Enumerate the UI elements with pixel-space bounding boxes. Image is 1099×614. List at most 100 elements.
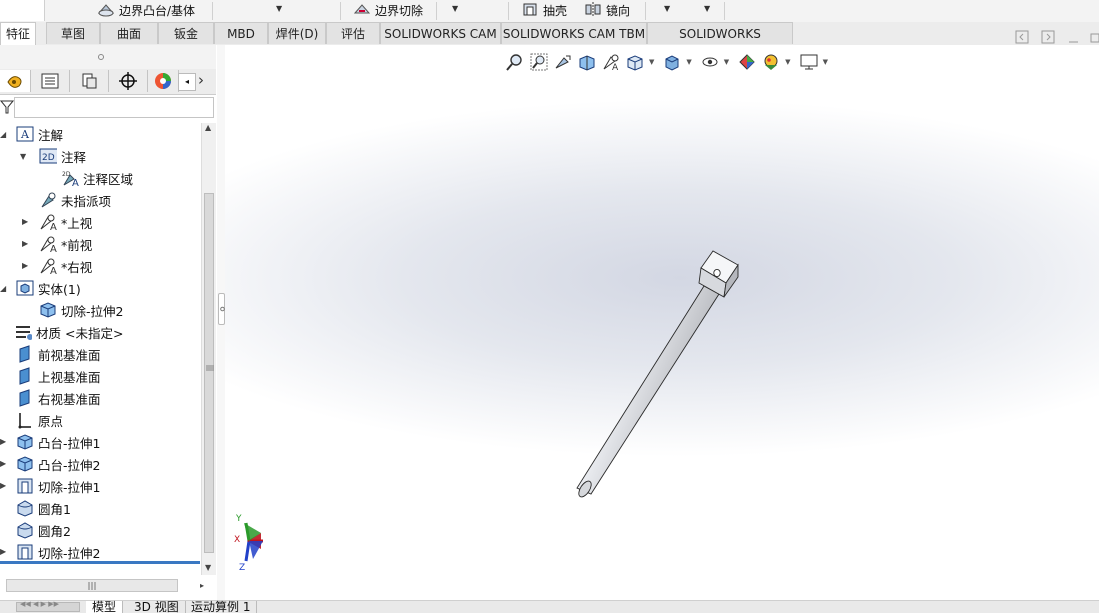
dropdown-icon[interactable]: ▼ [704,4,710,13]
tree-item-right-view[interactable]: ▶ A *右视 [0,255,92,277]
svg-text:2D: 2D [42,153,55,163]
expand-icon[interactable]: ▶ [0,437,6,446]
tab-display-manager[interactable] [148,70,179,92]
boundary-boss-dropdown-icon[interactable]: ▼ [276,4,282,13]
fillet-icon [16,521,34,539]
tab-solidworks-cam[interactable]: SOLIDWORKS CAM [380,22,501,44]
scroll-right-small-icon[interactable]: ▸ [200,581,204,590]
tree-item-material[interactable]: 材质 <未指定> [0,321,123,343]
command-manager-tabs: 特征 草图 曲面 钣金 MBD 焊件(D) 评估 SOLIDWORKS CAM … [0,22,1099,63]
collapse-icon[interactable]: ◢ [0,284,6,293]
body-icon [39,301,57,319]
tab-mbd[interactable]: MBD [214,22,268,44]
expand-icon[interactable]: ▶ [0,547,6,556]
part-model[interactable] [225,45,1099,600]
mirror-button[interactable]: 镜向 [584,0,630,19]
expand-icon[interactable]: ▶ [0,459,6,468]
tree-item-label: 前视基准面 [38,347,101,363]
tab-solidworks-cam-tbm[interactable]: SOLIDWORKS CAM TBM [501,22,647,44]
tab-model[interactable]: 模型 [86,601,124,613]
rollback-bar[interactable] [0,561,200,564]
tree-item-notes[interactable]: ▼ 2D 注释 [0,145,86,167]
y-axis-label: Y [236,514,242,524]
tree-item-top-plane[interactable]: 上视基准面 [0,365,101,387]
tab-surfaces[interactable]: 曲面 [100,22,158,44]
tabs-scroll-right-icon[interactable]: › [198,71,204,89]
scrollbar-thumb[interactable] [204,193,214,553]
shell-button[interactable]: 抽壳 [521,0,567,19]
tab-feature-manager[interactable] [0,70,31,92]
dropdown-icon[interactable]: ▼ [452,4,458,13]
plane-icon [16,389,34,407]
expand-icon[interactable]: ▶ [22,217,28,226]
shell-icon [521,1,539,20]
tree-item-origin[interactable]: 原点 [0,409,63,431]
mirror-label: 镜向 [606,3,631,18]
collapse-icon[interactable]: ◢ [0,130,6,139]
tab-dimxpert-manager[interactable] [109,70,148,92]
tree-item-label: 注解 [38,127,64,143]
expand-icon[interactable]: ▶ [22,261,28,270]
tree-vertical-scrollbar[interactable]: ▲ ▼ [201,123,216,575]
tree-item-label: 未指派项 [61,193,112,209]
filter-input[interactable] [14,97,214,118]
tab-evaluate[interactable]: 评估 [326,22,380,44]
tree-item-body-cut-extrude2[interactable]: 切除-拉伸2 [0,299,123,321]
tab-scroll-buttons[interactable]: ◀◀ ◀ ▶ ▶▶ [16,600,80,612]
tree-item-front-plane[interactable]: 前视基准面 [0,343,101,365]
tab-motion-study-1[interactable]: 运动算例 1 [185,601,258,613]
tab-3d-views[interactable]: 3D 视图 [128,601,186,613]
tab-solidworks-inspection[interactable]: SOLIDWORKS Inspection [647,22,793,63]
tree-item-annotation-area[interactable]: 2D A 注释区域 [0,167,133,189]
graphics-area[interactable]: A ▼ ▼ ▼ ▼ ▼ Y X Z [225,45,1099,600]
plane-icon [16,367,34,385]
boundary-cut-button[interactable]: 边界切除 [353,0,423,19]
tab-sheet-metal[interactable]: 钣金 [158,22,214,44]
tab-features[interactable]: 特征 [0,22,36,45]
tree-item-solid-bodies[interactable]: ◢ 实体(1) [0,277,81,299]
first-tab-icon[interactable]: ◀◀ ◀ ▶ ▶▶ [20,600,59,608]
command-blank-area [0,0,45,21]
tree-item-label: 凸台-拉伸2 [38,457,101,473]
tab-property-manager[interactable] [31,70,70,92]
divider [724,2,725,20]
boundary-boss-icon [97,1,115,20]
reference-triad[interactable]: Y X Z [233,514,273,575]
panel-grip[interactable] [0,45,216,70]
tree-item-label: 切除-拉伸2 [61,303,124,319]
tree-item-label: 实体(1) [38,281,81,297]
boundary-boss-button[interactable]: 边界凸台/基体 [97,0,195,19]
tabs-scroll-left-icon[interactable]: ◂ [178,73,196,91]
tree-item-cut-extrude2[interactable]: ▶ 切除-拉伸2 [0,541,100,563]
panel-splitter[interactable] [217,45,225,600]
tree-item-boss-extrude1[interactable]: ▶ 凸台-拉伸1 [0,431,100,453]
scroll-down-icon[interactable]: ▼ [205,563,211,572]
divider [212,2,213,20]
tree-item-front-view[interactable]: ▶ A *前视 [0,233,92,255]
tree-item-unassigned[interactable]: 未指派项 [0,189,111,211]
expand-icon[interactable]: ▶ [22,239,28,248]
tree-item-boss-extrude2[interactable]: ▶ 凸台-拉伸2 [0,453,100,475]
tab-sketch[interactable]: 草图 [46,22,100,44]
tab-configuration-manager[interactable] [70,70,109,92]
dropdown-icon[interactable]: ▼ [664,4,670,13]
tree-item-top-view[interactable]: ▶ A *上视 [0,211,92,233]
svg-text:A: A [50,266,57,275]
tree-horizontal-scrollbar[interactable] [6,579,178,592]
tree-item-fillet2[interactable]: 圆角2 [0,519,71,541]
collapse-icon[interactable]: ▼ [20,152,26,161]
tree-item-annotations[interactable]: ◢ A 注解 [0,123,63,145]
boss-extrude-icon [16,455,34,473]
splitter-handle[interactable] [218,293,225,325]
grip-lines-icon [206,365,214,371]
solid-bodies-icon [16,279,34,297]
tab-weldments[interactable]: 焊件(D) [268,22,326,44]
origin-icon [16,411,34,429]
tree-item-right-plane[interactable]: 右视基准面 [0,387,101,409]
tree-item-fillet1[interactable]: 圆角1 [0,497,71,519]
material-icon [14,323,32,341]
scroll-up-icon[interactable]: ▲ [205,123,211,132]
tree-item-cut-extrude1[interactable]: ▶ 切除-拉伸1 [0,475,100,497]
filter-icon[interactable] [0,100,14,114]
expand-icon[interactable]: ▶ [0,481,6,490]
